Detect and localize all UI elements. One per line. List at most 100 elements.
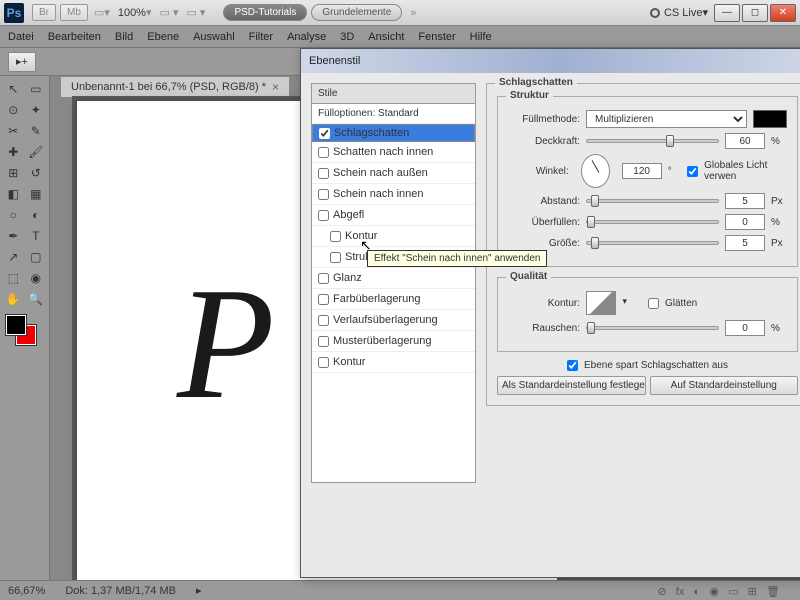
style-farbuberlagerung[interactable]: Farbüberlagerung (312, 289, 475, 310)
extras-dropdown[interactable]: ▭ ▾ (186, 6, 205, 19)
lasso-tool[interactable]: ⊙ (2, 99, 25, 120)
style-kontur-check[interactable] (330, 231, 341, 242)
angle-dial[interactable] (581, 154, 610, 188)
style-glanz-check[interactable] (318, 273, 329, 284)
close-button[interactable]: ✕ (770, 4, 796, 22)
menu-ebene[interactable]: Ebene (147, 31, 179, 43)
layer-panel-icons[interactable]: ⊘ fx ◐ ◉ ▭ ⊞ 🗑 (657, 585, 780, 598)
menu-bearbeiten[interactable]: Bearbeiten (48, 31, 101, 43)
foreground-color[interactable] (6, 315, 26, 335)
heal-tool[interactable]: ✚ (2, 141, 25, 162)
spread-input[interactable] (725, 214, 765, 230)
zoom-tool[interactable]: 🔍 (25, 288, 48, 309)
style-kontur[interactable]: Kontur (312, 226, 475, 247)
size-slider[interactable] (586, 241, 719, 245)
menu-bild[interactable]: Bild (115, 31, 133, 43)
style-schlagschatten[interactable]: Schlagschatten (312, 124, 475, 142)
bridge-button[interactable]: Br (32, 4, 56, 21)
style-verlauf-check[interactable] (318, 315, 329, 326)
brush-tool[interactable]: 🖌 (25, 141, 48, 162)
type-tool[interactable]: T (25, 225, 48, 246)
reset-default-button[interactable]: Auf Standardeinstellung (650, 376, 799, 395)
eyedropper-tool[interactable]: ✎ (25, 120, 48, 141)
current-tool-indicator[interactable]: ▸+ (8, 52, 36, 72)
menu-auswahl[interactable]: Auswahl (193, 31, 235, 43)
wand-tool[interactable]: ✦ (25, 99, 48, 120)
style-abgeflacht-check[interactable] (318, 210, 329, 221)
antialias-check[interactable] (648, 298, 659, 309)
workspace-more-icon[interactable]: » (410, 7, 416, 19)
distance-slider[interactable] (586, 199, 719, 203)
menu-3d[interactable]: 3D (340, 31, 354, 43)
style-muster-check[interactable] (318, 336, 329, 347)
style-schein-aussen[interactable]: Schein nach außen (312, 163, 475, 184)
color-swatches[interactable] (2, 313, 47, 347)
size-input[interactable] (725, 235, 765, 251)
style-schlagschatten-check[interactable] (319, 128, 330, 139)
workspace-grundelemente[interactable]: Grundelemente (311, 4, 402, 21)
crop-tool[interactable]: ✂ (2, 120, 25, 141)
opacity-slider[interactable] (586, 139, 719, 143)
menu-filter[interactable]: Filter (249, 31, 273, 43)
minimize-button[interactable]: — (714, 4, 740, 22)
shape-tool[interactable]: ▢ (25, 246, 48, 267)
menu-ansicht[interactable]: Ansicht (368, 31, 404, 43)
style-farb-check[interactable] (318, 294, 329, 305)
noise-input[interactable] (725, 320, 765, 336)
path-tool[interactable]: ↗ (2, 246, 25, 267)
knockout-check[interactable] (567, 360, 578, 371)
screen-mode-dropdown[interactable]: ▭▾ (94, 6, 110, 19)
move-tool[interactable]: ↖ (2, 78, 25, 99)
style-schatten-innen-check[interactable] (318, 147, 329, 158)
menu-datei[interactable]: Datei (8, 31, 34, 43)
blendmode-select[interactable]: Multiplizieren (586, 110, 747, 128)
style-glanz[interactable]: Glanz (312, 268, 475, 289)
style-abgeflacht[interactable]: Abgefl (312, 205, 475, 226)
spread-slider[interactable] (586, 220, 719, 224)
3d-tool[interactable]: ⬚ (2, 267, 25, 288)
close-tab-icon[interactable]: × (272, 80, 279, 94)
set-default-button[interactable]: Als Standardeinstellung festlegen (497, 376, 646, 395)
dialog-titlebar[interactable]: Ebenenstil (301, 49, 800, 73)
dodge-tool[interactable]: ◐ (25, 204, 48, 225)
status-zoom[interactable]: 66,67% (8, 585, 45, 597)
menu-analyse[interactable]: Analyse (287, 31, 326, 43)
arrange-dropdown[interactable]: ▭ ▾ (160, 6, 179, 19)
workspace-tutorials[interactable]: PSD-Tutorials (223, 4, 307, 21)
menu-hilfe[interactable]: Hilfe (470, 31, 492, 43)
toolbox: ↖▭ ⊙✦ ✂✎ ✚🖌 ⊞↺ ◧▦ ○◐ ✒T ↗▢ ⬚◉ ✋🔍 (0, 76, 50, 580)
style-musteruberlagerung[interactable]: Musterüberlagerung (312, 331, 475, 352)
contour-picker[interactable] (586, 291, 616, 315)
pen-tool[interactable]: ✒ (2, 225, 25, 246)
stamp-tool[interactable]: ⊞ (2, 162, 25, 183)
angle-input[interactable] (622, 163, 662, 179)
gradient-tool[interactable]: ▦ (25, 183, 48, 204)
noise-slider[interactable] (586, 326, 719, 330)
opacity-input[interactable] (725, 133, 765, 149)
style-kontur2-check[interactable] (318, 357, 329, 368)
style-kontur2[interactable]: Kontur (312, 352, 475, 373)
camera-tool[interactable]: ◉ (25, 267, 48, 288)
eraser-tool[interactable]: ◧ (2, 183, 25, 204)
marquee-tool[interactable]: ▭ (25, 78, 48, 99)
status-dok[interactable]: Dok: 1,37 MB/1,74 MB (65, 585, 176, 597)
style-schein-aussen-check[interactable] (318, 168, 329, 179)
maximize-button[interactable]: ◻ (742, 4, 768, 22)
style-schein-innen-check[interactable] (318, 189, 329, 200)
style-fulloptionen[interactable]: Fülloptionen: Standard (312, 104, 475, 124)
style-verlaufsuberlagerung[interactable]: Verlaufsüberlagerung (312, 310, 475, 331)
document-tab[interactable]: Unbenannt-1 bei 66,7% (PSD, RGB/8) * × (60, 76, 290, 97)
zoom-dropdown[interactable]: 100% ▾ (118, 6, 152, 19)
style-struktur-check[interactable] (330, 252, 341, 263)
cslive-button[interactable]: CS Live ▾ (650, 6, 708, 19)
minibridge-button[interactable]: Mb (60, 4, 88, 21)
style-schatten-innen[interactable]: Schatten nach innen (312, 142, 475, 163)
menu-fenster[interactable]: Fenster (418, 31, 455, 43)
hand-tool[interactable]: ✋ (2, 288, 25, 309)
distance-input[interactable] (725, 193, 765, 209)
style-schein-innen[interactable]: Schein nach innen (312, 184, 475, 205)
shadow-color[interactable] (753, 110, 787, 128)
blur-tool[interactable]: ○ (2, 204, 25, 225)
history-brush-tool[interactable]: ↺ (25, 162, 48, 183)
global-light-check[interactable] (687, 166, 698, 177)
